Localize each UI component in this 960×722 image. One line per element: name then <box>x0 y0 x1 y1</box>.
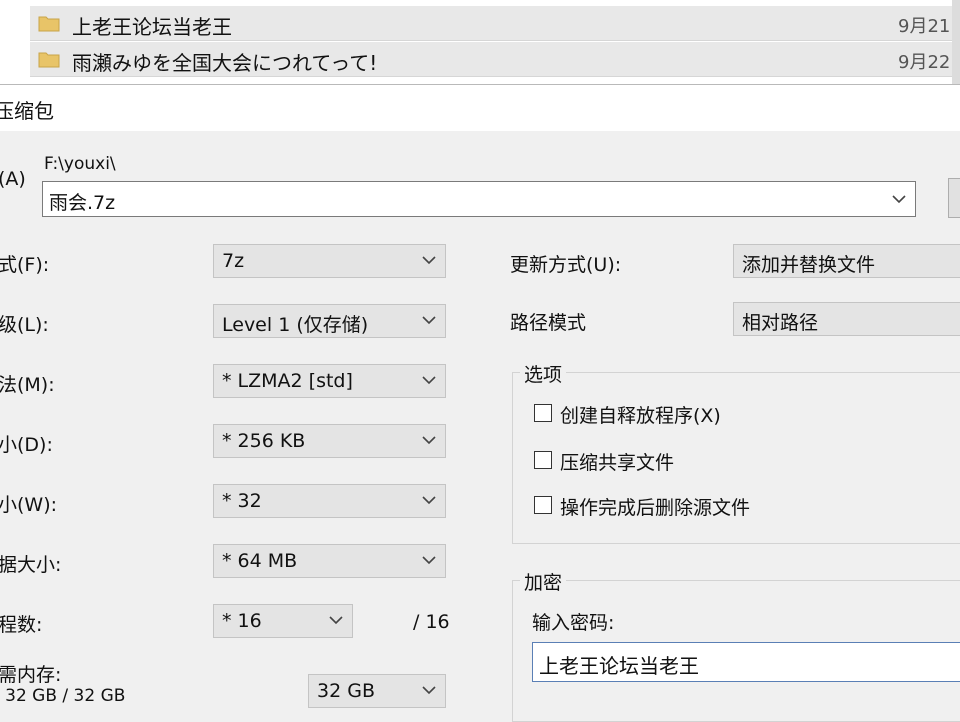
delete-source-checkbox[interactable] <box>534 496 552 514</box>
update-mode-select[interactable]: 添加并替换文件 <box>733 244 960 278</box>
dialog-titlebar: 压缩包 <box>0 84 960 131</box>
dialog-title: 压缩包 <box>0 99 54 123</box>
dictionary-value: * 256 KB <box>222 430 306 452</box>
solid-block-value: * 64 MB <box>222 550 298 572</box>
word-size-label: 小(W): <box>0 494 58 516</box>
threads-value: * 16 <box>222 610 262 632</box>
path-mode-value: 相对路径 <box>742 312 819 334</box>
path-mode-select[interactable]: 相对路径 <box>733 302 960 336</box>
chevron-down-icon <box>421 254 437 266</box>
dictionary-label: 小(D): <box>0 434 53 456</box>
file-row-1[interactable]: 上老王论坛当老王 9月21 <box>30 6 952 41</box>
format-label: 式(F): <box>0 254 50 276</box>
word-size-select[interactable]: * 32 <box>213 484 446 518</box>
file-name: 雨瀬みゆを全国大会につれてって! <box>72 51 378 75</box>
archive-path: F:\youxi\ <box>44 154 116 174</box>
chevron-down-icon <box>421 684 437 696</box>
file-date: 9月22 <box>898 52 951 73</box>
update-mode-value: 添加并替换文件 <box>742 254 876 276</box>
method-select[interactable]: * LZMA2 [std] <box>213 364 446 398</box>
password-label: 输入密码: <box>532 612 615 634</box>
archive-name-value: 雨会.7z <box>49 192 116 214</box>
sfx-label[interactable]: 创建自释放程序(X) <box>560 401 721 428</box>
update-mode-label: 更新方式(U): <box>510 254 622 276</box>
password-input[interactable]: 上老王论坛当老王 <box>532 642 960 682</box>
chevron-down-icon[interactable] <box>891 193 907 205</box>
chevron-down-icon <box>421 374 437 386</box>
password-value: 上老王论坛当老王 <box>539 654 699 678</box>
memory-value: 32 GB <box>317 680 375 702</box>
file-explorer: 上老王论坛当老王 9月21 雨瀬みゆを全国大会につれてって! 9月22 <box>0 0 960 84</box>
level-value: Level 1 (仅存储) <box>222 314 369 336</box>
explorer-scrollbar[interactable] <box>952 0 960 84</box>
chevron-down-icon <box>421 434 437 446</box>
shared-files-label[interactable]: 压缩共享文件 <box>560 448 674 475</box>
threads-max: / 16 <box>413 611 450 633</box>
memory-select[interactable]: 32 GB <box>308 674 446 708</box>
memory-label: 需内存: <box>0 664 62 686</box>
format-value: 7z <box>222 250 245 272</box>
file-row-2[interactable]: 雨瀬みゆを全国大会につれてって! 9月22 <box>30 42 952 77</box>
method-value: * LZMA2 [std] <box>222 370 353 392</box>
chevron-down-icon <box>421 314 437 326</box>
threads-label: 程数: <box>0 614 43 636</box>
level-select[interactable]: Level 1 (仅存储) <box>213 304 446 338</box>
method-label: 法(M): <box>0 374 55 396</box>
solid-block-label: 据大小: <box>0 554 62 576</box>
folder-icon <box>38 50 60 68</box>
explorer-margin <box>0 0 30 84</box>
encryption-title: 加密 <box>520 568 567 595</box>
chevron-down-icon <box>421 494 437 506</box>
memory-detail: / 32 GB / 32 GB <box>0 686 126 706</box>
dictionary-select[interactable]: * 256 KB <box>213 424 446 458</box>
file-date: 9月21 <box>898 16 951 37</box>
folder-icon <box>38 14 60 32</box>
sfx-checkbox[interactable] <box>534 404 552 422</box>
delete-source-label[interactable]: 操作完成后删除源文件 <box>560 493 750 520</box>
shared-files-checkbox[interactable] <box>534 451 552 469</box>
threads-select[interactable]: * 16 <box>213 604 353 638</box>
format-select[interactable]: 7z <box>213 244 446 278</box>
browse-button[interactable] <box>948 178 960 218</box>
level-label: 级(L): <box>0 314 49 336</box>
path-mode-label: 路径模式 <box>510 312 587 334</box>
chevron-down-icon <box>421 554 437 566</box>
file-name: 上老王论坛当老王 <box>72 15 232 39</box>
archive-label: (A) <box>0 168 26 190</box>
chevron-down-icon <box>328 614 344 626</box>
archive-name-input[interactable]: 雨会.7z <box>42 181 916 217</box>
options-title: 选项 <box>520 360 567 387</box>
solid-block-select[interactable]: * 64 MB <box>213 544 446 578</box>
word-size-value: * 32 <box>222 490 262 512</box>
